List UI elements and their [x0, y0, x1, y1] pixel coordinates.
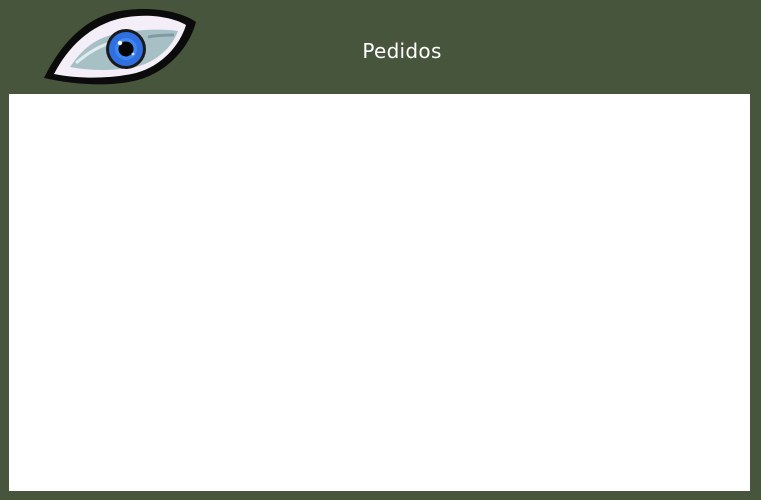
- orders-content-panel: [9, 94, 750, 491]
- app-window: Pedidos: [0, 0, 761, 500]
- header-bar: Pedidos: [0, 0, 761, 94]
- page-title: Pedidos: [362, 39, 442, 63]
